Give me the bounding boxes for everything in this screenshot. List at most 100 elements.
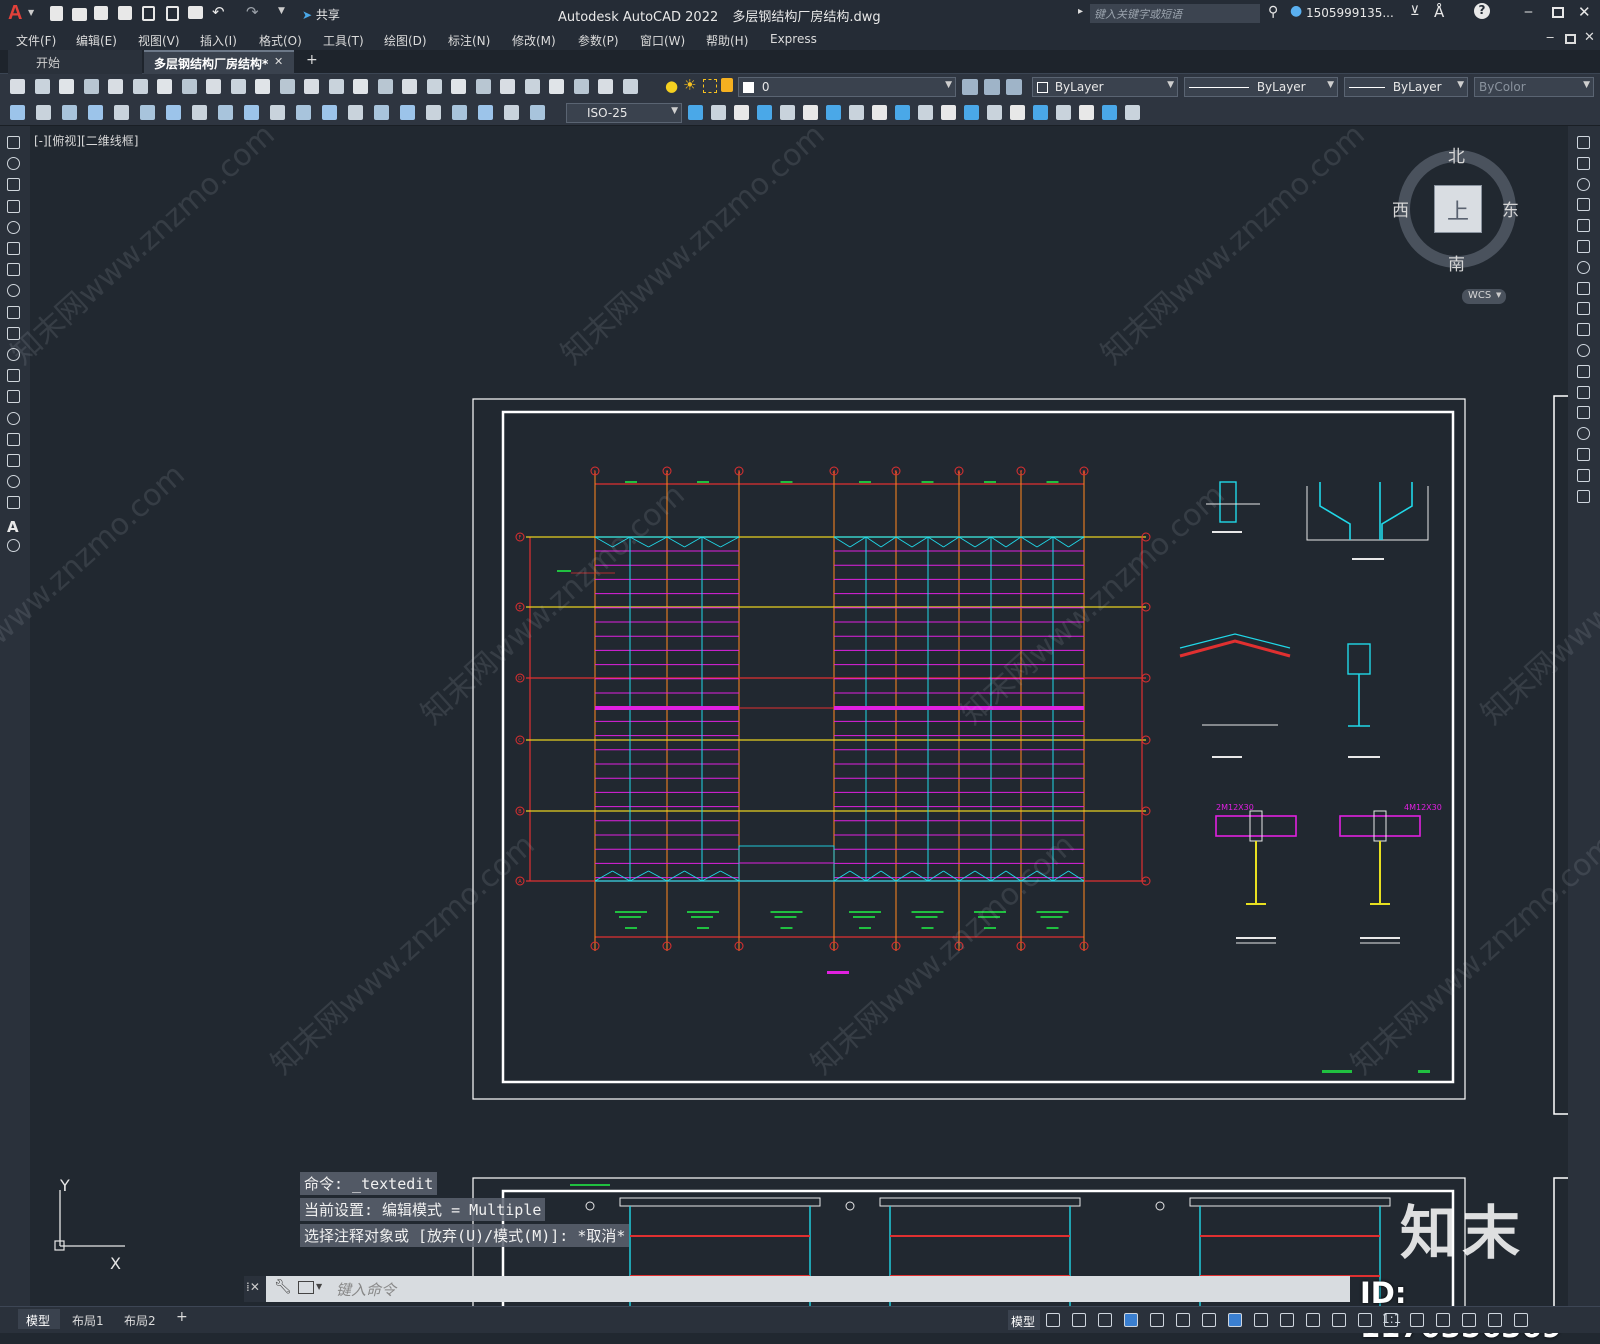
quick-properties-icon[interactable]: [1436, 1313, 1450, 1327]
scale-label[interactable]: 1:1: [1382, 1312, 1401, 1326]
app-logo-icon[interactable]: A: [8, 2, 22, 25]
tab-model[interactable]: 模型: [18, 1309, 60, 1329]
redo-icon[interactable]: ↷: [246, 3, 259, 21]
hatch-icon[interactable]: [7, 432, 20, 446]
command-input[interactable]: 键入命令: [336, 1279, 396, 1300]
autodesk-app-icon[interactable]: Å: [1434, 3, 1444, 21]
polyline-icon[interactable]: [7, 178, 20, 192]
menu-draw[interactable]: 绘图(D): [384, 32, 427, 49]
new-icon[interactable]: [10, 79, 25, 94]
dim-text-edit-icon[interactable]: [478, 105, 493, 120]
sheet-set-icon[interactable]: [524, 79, 540, 94]
layer-on-icon[interactable]: ●: [665, 77, 678, 95]
user-name[interactable]: 1505999135...: [1306, 6, 1394, 20]
menu-help[interactable]: 帮助(H): [706, 32, 748, 49]
quickcalc-icon[interactable]: [573, 79, 589, 94]
rotate-icon[interactable]: [826, 105, 841, 120]
pan-icon[interactable]: [353, 79, 368, 94]
rotate-icon[interactable]: [1577, 260, 1590, 274]
table-icon[interactable]: [7, 496, 20, 510]
trim-icon[interactable]: [1577, 323, 1590, 337]
annotation-scale-icon[interactable]: [1332, 1313, 1346, 1327]
print-icon[interactable]: [188, 6, 203, 19]
tab-active-drawing[interactable]: 多层钢结构厂房结构* ✕: [144, 50, 294, 74]
ungroup-icon[interactable]: [1079, 105, 1094, 120]
mtext-icon[interactable]: A: [7, 518, 23, 536]
circle-icon[interactable]: [7, 263, 20, 277]
chevron-down-icon[interactable]: ▼: [316, 1282, 322, 1291]
explode-icon[interactable]: [1033, 105, 1048, 120]
scale-icon[interactable]: [849, 105, 864, 120]
grid-icon[interactable]: [1046, 1313, 1060, 1327]
chevron-down-icon[interactable]: ▼: [28, 8, 34, 17]
menu-window[interactable]: 窗口(W): [640, 32, 685, 49]
menu-edit[interactable]: 编辑(E): [76, 32, 117, 49]
chevron-right-icon[interactable]: ▸: [1078, 6, 1083, 17]
user-icon[interactable]: ●: [1290, 3, 1302, 19]
draworder-icon[interactable]: [1102, 105, 1117, 120]
undo-icon[interactable]: [304, 79, 319, 94]
clean-screen-icon[interactable]: [1488, 1313, 1502, 1327]
customize-icon[interactable]: ▼: [278, 6, 285, 16]
linetype-combo[interactable]: ByLayer ▼: [1184, 77, 1338, 97]
group-icon[interactable]: [1056, 105, 1071, 120]
fillet-icon[interactable]: [1010, 105, 1025, 120]
jogged-linear-icon[interactable]: [426, 105, 441, 120]
minimize-icon[interactable]: ‒: [1524, 4, 1533, 20]
dim-angular-icon[interactable]: [192, 105, 207, 120]
compass-south[interactable]: 南: [1448, 250, 1465, 275]
ellipse-icon[interactable]: [7, 326, 20, 340]
print-icon[interactable]: [83, 79, 99, 94]
copy-object-icon[interactable]: [711, 105, 726, 120]
save-icon[interactable]: [59, 79, 74, 94]
help-icon[interactable]: ?: [1474, 3, 1490, 19]
tab-layout2[interactable]: 布局2: [124, 1312, 156, 1329]
menu-modify[interactable]: 修改(M): [512, 32, 556, 49]
blend-icon[interactable]: [1577, 468, 1590, 482]
region-icon[interactable]: [7, 475, 20, 489]
gradient-icon[interactable]: [7, 454, 20, 467]
erase-icon[interactable]: [1577, 136, 1590, 149]
search-input[interactable]: 键入关键字或短语: [1090, 4, 1260, 23]
snap-icon[interactable]: [1072, 1313, 1086, 1327]
dimstyle-combo[interactable]: ISO-25 ▼: [566, 103, 682, 123]
chamfer-icon[interactable]: [1577, 427, 1590, 441]
add-selected-icon[interactable]: [7, 538, 20, 552]
move-icon[interactable]: [1577, 240, 1590, 253]
doc-minimize-icon[interactable]: ‒: [1546, 30, 1554, 45]
wrench-icon[interactable]: 🔧︎: [274, 1279, 292, 1295]
zoom-window-icon[interactable]: [402, 79, 417, 94]
undo-icon[interactable]: ↶: [212, 3, 225, 21]
menu-file[interactable]: 文件(F): [16, 32, 56, 49]
help-icon[interactable]: [598, 79, 613, 94]
layer-iso-icon[interactable]: [1006, 79, 1022, 95]
tab-close-icon[interactable]: ✕: [274, 55, 283, 68]
publish-icon[interactable]: [166, 6, 179, 21]
block-editor-icon[interactable]: [279, 79, 295, 94]
lineweight-combo[interactable]: ByLayer ▼: [1344, 77, 1468, 97]
mirror-icon[interactable]: [1577, 177, 1590, 191]
compass-west[interactable]: 西: [1392, 196, 1409, 221]
chamfer-icon[interactable]: [987, 105, 1002, 120]
color-combo[interactable]: ByLayer ▼: [1032, 77, 1178, 97]
customization-icon[interactable]: [1514, 1313, 1528, 1327]
arc-icon[interactable]: [7, 242, 20, 255]
command-line-grip[interactable]: ⁞✕: [244, 1276, 266, 1302]
revcloud-icon[interactable]: [7, 284, 20, 298]
dim-update-icon[interactable]: [504, 105, 519, 120]
move-icon[interactable]: [803, 105, 818, 120]
menu-insert[interactable]: 插入(I): [200, 32, 237, 49]
center-mark-icon[interactable]: [374, 105, 389, 120]
array-icon[interactable]: [780, 105, 795, 120]
dim-ordinate-icon[interactable]: [88, 105, 103, 120]
break-icon[interactable]: [1577, 385, 1590, 399]
point-icon[interactable]: [7, 411, 20, 425]
scale-icon[interactable]: [1577, 281, 1590, 295]
dim-diameter-icon[interactable]: [166, 105, 181, 120]
break-at-point-icon[interactable]: [1577, 364, 1590, 378]
sun-icon[interactable]: ☀: [683, 76, 696, 94]
array-icon[interactable]: [1577, 219, 1590, 233]
dim-style-icon[interactable]: [530, 105, 545, 120]
new-file-icon[interactable]: [50, 6, 63, 21]
markup-icon[interactable]: [549, 79, 564, 94]
